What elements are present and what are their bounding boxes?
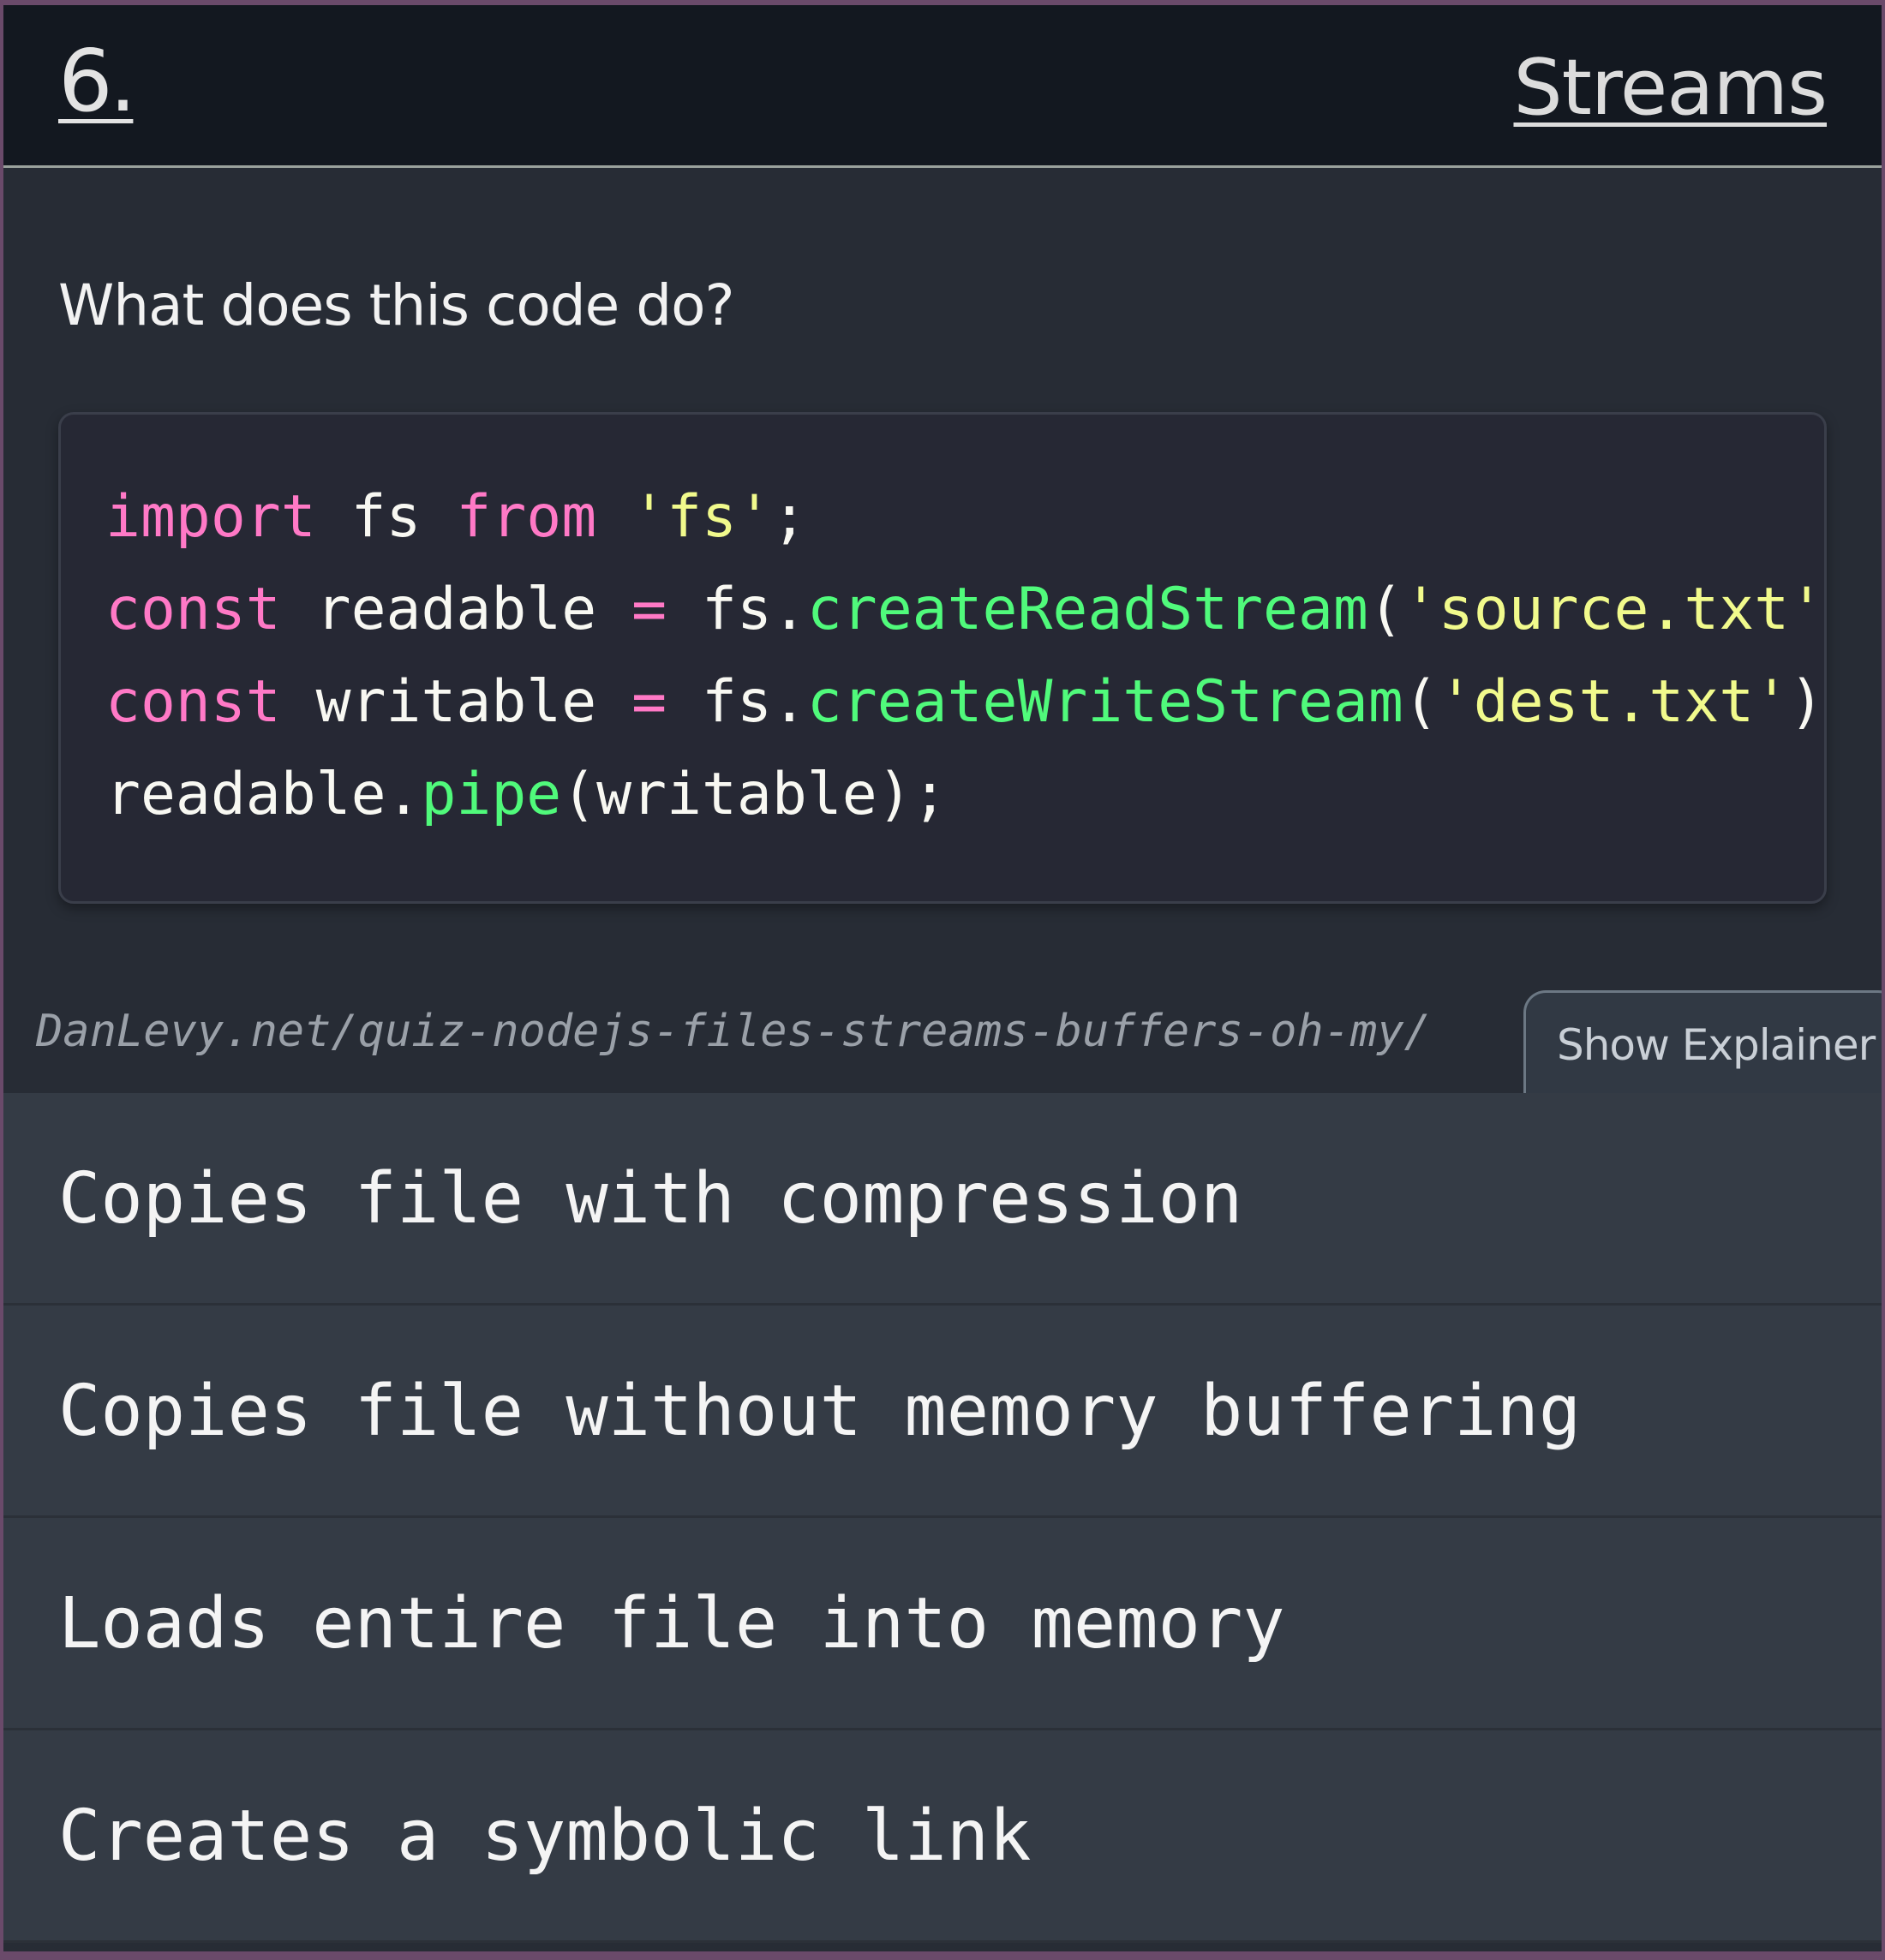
code-text: ( <box>1403 668 1439 736</box>
question-text: What does this code do? <box>58 272 734 338</box>
answer-label: Copies file with compression <box>58 1158 1243 1240</box>
code-text: (writable); <box>561 761 948 828</box>
code-keyword: from <box>456 483 597 551</box>
code-text: readable. <box>105 761 422 828</box>
code-string: 'fs' <box>631 483 772 551</box>
code-function: createReadStream <box>806 576 1368 643</box>
code-line-3: const writable = fs.createWriteStream('d… <box>105 668 1825 736</box>
question-number: 6. <box>58 31 136 131</box>
answer-label: Creates a symbolic link <box>58 1796 1032 1877</box>
code-text: fs. <box>667 576 807 643</box>
code-text: fs. <box>667 668 807 736</box>
answer-label: Loads entire file into memory <box>58 1583 1285 1664</box>
code-text: fs <box>315 483 457 551</box>
code-text: ; <box>771 483 807 551</box>
answer-option-2[interactable]: Copies file without memory buffering <box>3 1306 1882 1518</box>
code-function: createWriteStream <box>806 668 1403 736</box>
question-header: 6. Streams <box>3 5 1882 168</box>
answer-label: Copies file without memory buffering <box>58 1371 1582 1452</box>
code-block: import fs from 'fs'; const readable = fs… <box>58 412 1827 904</box>
code-string: 'source.txt' <box>1403 576 1825 643</box>
code-keyword: const <box>105 576 281 643</box>
code-text: writable <box>280 668 632 736</box>
answer-option-3[interactable]: Loads entire file into memory <box>3 1518 1882 1730</box>
show-explainer-button[interactable]: Show Explainer <box>1523 990 1882 1097</box>
code-line-1: import fs from 'fs'; <box>105 483 807 551</box>
code-function: pipe <box>421 761 562 828</box>
answer-option-1[interactable]: Copies file with compression <box>3 1093 1882 1306</box>
code-text: ( <box>1367 576 1403 643</box>
code-text: ); <box>1789 668 1825 736</box>
code-keyword: import <box>105 483 316 551</box>
quiz-card: 6. Streams What does this code do? impor… <box>3 5 1882 1951</box>
code-operator: = <box>631 668 667 736</box>
source-link[interactable]: DanLevy.net/quiz-nodejs-files-streams-bu… <box>36 1006 1431 1057</box>
code-operator: = <box>631 576 667 643</box>
answer-list: Copies file with compression Copies file… <box>3 1093 1882 1943</box>
code-line-2: const readable = fs.createReadStream('so… <box>105 576 1827 643</box>
topic-link[interactable]: Streams <box>1513 43 1828 133</box>
answer-option-4[interactable]: Creates a symbolic link <box>3 1730 1882 1943</box>
code-keyword: const <box>105 668 281 736</box>
code-text: ); <box>1824 576 1827 643</box>
code-text: readable <box>280 576 632 643</box>
code-line-4: readable.pipe(writable); <box>105 761 948 828</box>
code-string: 'dest.txt' <box>1438 668 1790 736</box>
